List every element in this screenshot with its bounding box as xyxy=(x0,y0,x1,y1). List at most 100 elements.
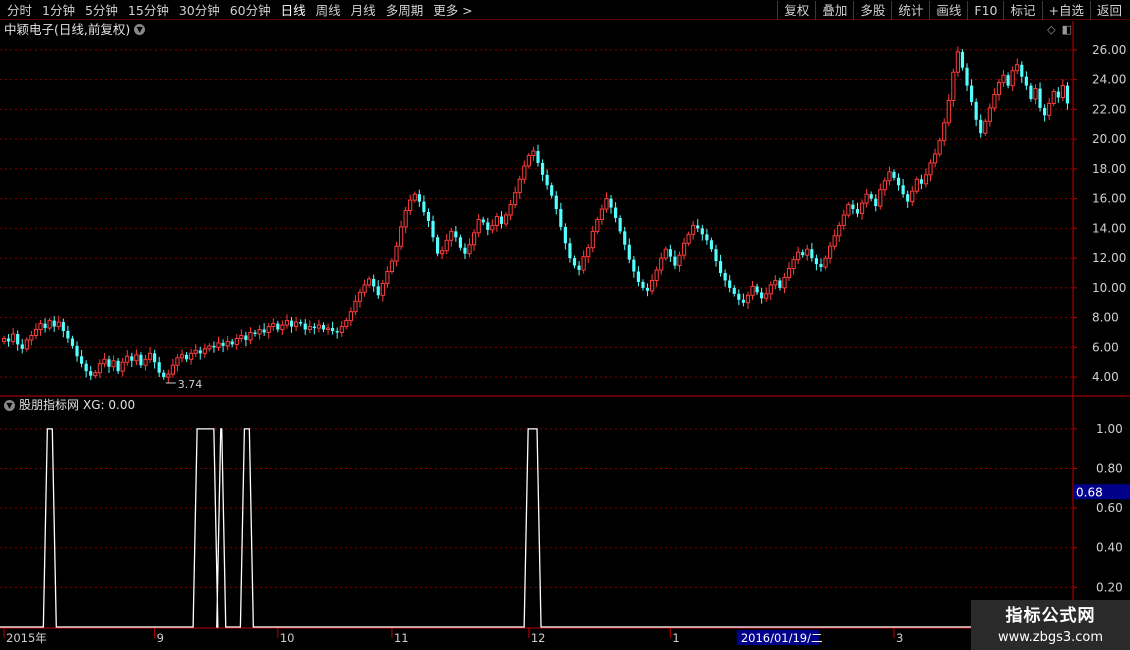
candle-up xyxy=(476,218,481,234)
candle-up xyxy=(773,279,778,286)
candle-down xyxy=(559,209,563,227)
candle-up xyxy=(367,278,372,286)
candle-up xyxy=(786,268,792,278)
candle-down xyxy=(454,231,458,238)
candle-down xyxy=(1065,85,1070,104)
price-tick-label: 20.00 xyxy=(1092,132,1126,146)
candle-down xyxy=(723,273,727,281)
candle-up xyxy=(996,82,1002,96)
candle-up xyxy=(11,333,16,342)
candle-up xyxy=(239,334,244,339)
candle-up xyxy=(362,284,367,293)
candle-up xyxy=(1001,74,1006,84)
candle-up xyxy=(216,342,221,348)
candle-down xyxy=(417,194,421,202)
candle-down xyxy=(116,360,120,372)
candle-up xyxy=(344,320,349,328)
candle-up xyxy=(859,202,865,215)
candle-down xyxy=(230,341,234,345)
candle-up xyxy=(408,199,413,212)
watermark-url: www.zbgs3.com xyxy=(997,630,1104,645)
candle-down xyxy=(545,174,549,186)
date-label: 2016/01/19/二 xyxy=(741,631,823,645)
candle-down xyxy=(184,354,189,360)
candle-up xyxy=(503,214,509,225)
candle-up xyxy=(531,150,536,157)
price-tick-label: 12.00 xyxy=(1092,251,1126,265)
candle-up xyxy=(403,210,408,228)
candle-down xyxy=(221,342,225,346)
candle-down xyxy=(668,249,672,257)
candle-down xyxy=(130,356,134,361)
indicator-tick-label: 0.60 xyxy=(1096,501,1123,515)
candle-down xyxy=(262,329,266,333)
candle-up xyxy=(225,340,230,347)
candle-down xyxy=(1006,75,1010,86)
candle-up xyxy=(394,245,399,262)
candle-up xyxy=(846,204,851,216)
candle-up xyxy=(467,244,472,255)
candle-up xyxy=(248,332,253,341)
candle-up xyxy=(38,323,43,331)
candle-up xyxy=(686,233,691,244)
candle-up xyxy=(385,271,390,284)
candle-up xyxy=(654,269,659,281)
candle-up xyxy=(24,339,29,350)
candle-up xyxy=(782,276,787,289)
candle-up xyxy=(234,337,239,345)
candle-up xyxy=(170,364,175,375)
date-label: 2015年 xyxy=(6,631,47,645)
candle-up xyxy=(677,254,682,267)
candle-down xyxy=(801,252,805,256)
candle-down xyxy=(162,372,166,378)
candle-down xyxy=(609,198,613,208)
candle-down xyxy=(741,299,745,303)
candle-up xyxy=(745,294,751,304)
candle-up xyxy=(946,99,951,124)
candle-up xyxy=(1015,64,1020,72)
candle-up xyxy=(490,224,495,231)
candle-up xyxy=(134,354,139,362)
candle-down xyxy=(1043,107,1047,116)
candle-up xyxy=(440,250,445,255)
chart-canvas[interactable]: 26.0024.0022.0020.0018.0016.0014.0012.00… xyxy=(0,0,1130,650)
candle-down xyxy=(376,286,380,296)
price-tick-label: 8.00 xyxy=(1092,311,1119,325)
candle-down xyxy=(66,331,70,339)
candle-up xyxy=(102,358,107,365)
candle-up xyxy=(494,215,500,226)
candle-up xyxy=(47,320,52,329)
candle-down xyxy=(84,363,88,372)
candle-up xyxy=(791,259,796,270)
candle-down xyxy=(892,171,896,178)
candle-down xyxy=(312,326,316,329)
candle-up xyxy=(207,345,212,350)
candle-down xyxy=(896,177,901,186)
candle-down xyxy=(1029,85,1033,99)
candle-up xyxy=(513,192,518,206)
candle-down xyxy=(709,240,714,250)
candle-down xyxy=(75,345,79,357)
candle-down xyxy=(645,287,650,291)
candle-down xyxy=(965,67,969,86)
candle-up xyxy=(29,334,34,341)
candle-up xyxy=(928,162,933,176)
candle-up xyxy=(595,218,600,232)
candle-down xyxy=(906,194,910,202)
xg-signal-line xyxy=(0,428,1071,628)
candle-down xyxy=(458,237,463,248)
date-label: 9 xyxy=(157,631,164,645)
candle-up xyxy=(923,174,929,185)
candle-up xyxy=(1047,102,1052,116)
candle-up xyxy=(882,180,887,191)
candle-up xyxy=(604,198,609,210)
candle-up xyxy=(590,230,595,249)
candle-up xyxy=(914,178,919,192)
date-label: 11 xyxy=(394,631,409,645)
candle-down xyxy=(755,286,759,293)
candle-down xyxy=(372,278,376,287)
candle-up xyxy=(449,230,454,241)
candle-up xyxy=(837,224,842,237)
date-label: 10 xyxy=(280,631,295,645)
candle-up xyxy=(659,257,664,271)
